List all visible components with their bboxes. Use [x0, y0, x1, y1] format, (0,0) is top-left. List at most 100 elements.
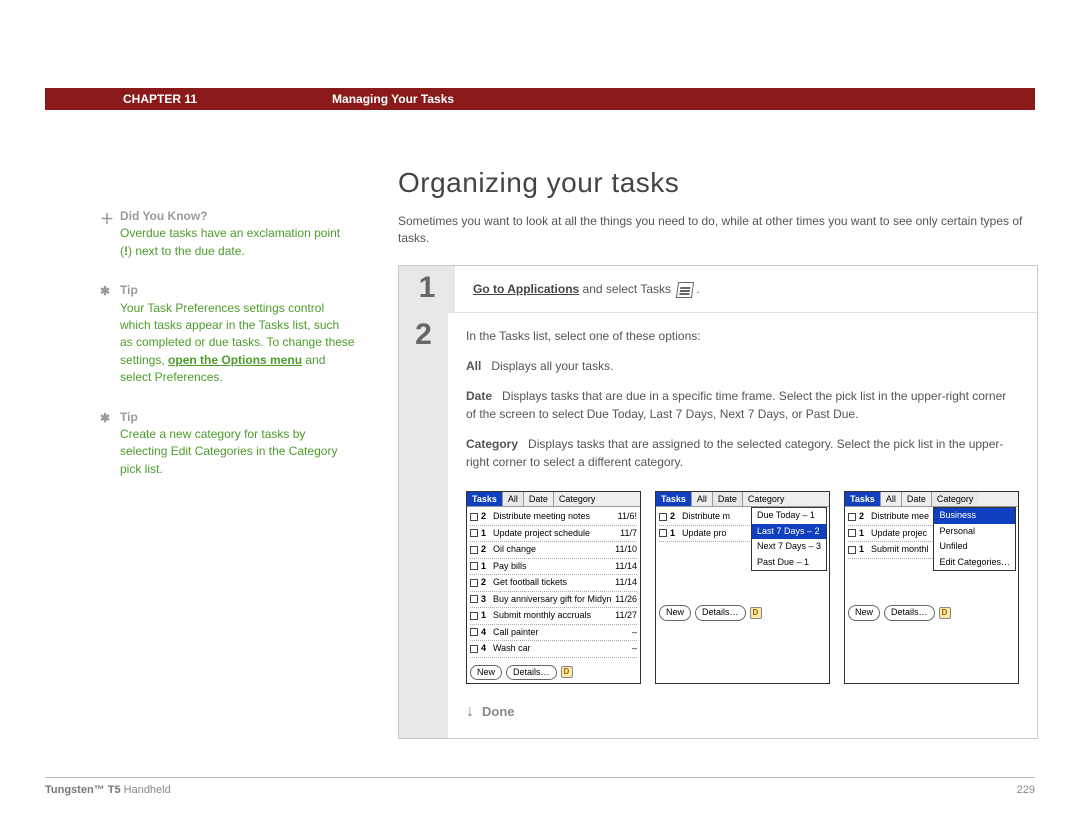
priority: 2: [670, 510, 679, 524]
def-all: All Displays all your tasks.: [466, 357, 1019, 375]
priority: 1: [481, 527, 490, 541]
step-1: 1 Go to Applications and select Tasks .: [399, 266, 1037, 313]
task-row[interactable]: 2Distribute meeting notes11/6!: [470, 509, 637, 526]
done-arrow-icon: ↓: [466, 700, 474, 724]
step-2-num: 2: [415, 318, 432, 352]
new-button[interactable]: New: [470, 665, 502, 681]
checkbox-icon[interactable]: [470, 546, 478, 554]
details-button[interactable]: Details…: [506, 665, 557, 681]
task-row[interactable]: 4Wash car–: [470, 641, 637, 658]
task-row[interactable]: 1Pay bills11/14: [470, 559, 637, 576]
tab-all[interactable]: All: [502, 492, 523, 506]
page-number: 229: [1017, 784, 1035, 796]
step-1-after: and select Tasks: [579, 282, 674, 296]
header-bar: CHAPTER 11 Managing Your Tasks: [45, 88, 1035, 110]
checkbox-icon[interactable]: [470, 529, 478, 537]
open-options-menu-link[interactable]: open the Options menu: [168, 353, 302, 367]
dropdown-option[interactable]: Next 7 Days – 3: [752, 539, 826, 555]
mini-row: Tasks All Date Category 2Distribute meet…: [466, 491, 1019, 684]
priority: 2: [859, 510, 868, 524]
dyk-text-after: ) next to the due date.: [128, 244, 245, 258]
mini-footer: New Details…: [467, 662, 640, 684]
tip2-label: Tip: [120, 410, 138, 424]
step-2-content: In the Tasks list, select one of these o…: [448, 313, 1037, 738]
checkbox-icon[interactable]: [659, 513, 667, 521]
checkbox-icon[interactable]: [470, 612, 478, 620]
priority: 4: [481, 642, 490, 656]
go-to-applications-link[interactable]: Go to Applications: [473, 282, 579, 296]
checkbox-icon[interactable]: [470, 513, 478, 521]
category-dropdown[interactable]: BusinessPersonalUnfiledEdit Categories…: [933, 507, 1016, 571]
dropdown-option[interactable]: Past Due – 1: [752, 555, 826, 571]
task-row[interactable]: 1Submit monthly accruals11/27: [470, 608, 637, 625]
tab-category[interactable]: Category: [742, 492, 790, 506]
step-2-intro: In the Tasks list, select one of these o…: [466, 327, 1019, 345]
details-button[interactable]: Details…: [884, 605, 935, 621]
dropdown-option[interactable]: Due Today – 1: [752, 508, 826, 524]
dropdown-option[interactable]: Unfiled: [934, 539, 1015, 555]
steps-box: 1 Go to Applications and select Tasks . …: [398, 265, 1038, 739]
note-icon[interactable]: [750, 607, 762, 619]
checkbox-icon[interactable]: [470, 579, 478, 587]
task-row[interactable]: 1Update project schedule11/7: [470, 526, 637, 543]
note-icon[interactable]: [561, 666, 573, 678]
mini-titlebar: Tasks All Date Category: [656, 492, 829, 507]
checkbox-icon[interactable]: [848, 546, 856, 554]
mini-footer: New Details…: [656, 602, 829, 624]
task-date: 11/10: [615, 543, 637, 557]
dropdown-option[interactable]: Edit Categories…: [934, 555, 1015, 571]
checkbox-icon[interactable]: [848, 529, 856, 537]
task-row[interactable]: 4Call painter–: [470, 625, 637, 642]
checkbox-icon[interactable]: [470, 628, 478, 636]
mini-titlebar: Tasks All Date Category: [845, 492, 1018, 507]
star-icon: [100, 283, 110, 300]
tab-date[interactable]: Date: [901, 492, 931, 506]
details-button[interactable]: Details…: [695, 605, 746, 621]
task-date: 11/14: [615, 560, 637, 574]
checkbox-icon[interactable]: [470, 595, 478, 603]
step-2: 2 In the Tasks list, select one of these…: [399, 313, 1037, 738]
new-button[interactable]: New: [848, 605, 880, 621]
checkbox-icon[interactable]: [659, 529, 667, 537]
checkbox-icon[interactable]: [848, 513, 856, 521]
tab-all[interactable]: All: [880, 492, 901, 506]
tab-all[interactable]: All: [691, 492, 712, 506]
def-date-label: Date: [466, 389, 492, 403]
checkbox-icon[interactable]: [470, 645, 478, 653]
tab-date[interactable]: Date: [523, 492, 553, 506]
task-date: –: [632, 642, 637, 656]
task-row[interactable]: 2Oil change11/10: [470, 542, 637, 559]
def-date-text: Displays tasks that are due in a specifi…: [466, 389, 1006, 421]
tab-category[interactable]: Category: [553, 492, 601, 506]
dropdown-option[interactable]: Personal: [934, 524, 1015, 540]
tab-category[interactable]: Category: [931, 492, 979, 506]
note-icon[interactable]: [939, 607, 951, 619]
mini-title: Tasks: [467, 492, 502, 506]
dropdown-option[interactable]: Last 7 Days – 2: [752, 524, 826, 540]
tasks-app-icon: [676, 282, 694, 298]
new-button[interactable]: New: [659, 605, 691, 621]
mini-titlebar: Tasks All Date Category: [467, 492, 640, 507]
priority: 2: [481, 510, 490, 524]
priority: 1: [859, 543, 868, 557]
task-date: –: [632, 626, 637, 640]
step-1-content: Go to Applications and select Tasks .: [455, 266, 1037, 313]
page-footer: Tungsten™ T5 Handheld 229: [45, 777, 1035, 796]
step-num-col: 1: [399, 266, 455, 313]
dropdown-option[interactable]: Business: [934, 508, 1015, 524]
task-row[interactable]: 3Buy anniversary gift for Midyne & Greg1…: [470, 592, 637, 609]
sidebar: Did You Know? Overdue tasks have an excl…: [120, 208, 355, 500]
checkbox-icon[interactable]: [470, 562, 478, 570]
done-label: Done: [482, 702, 515, 722]
date-dropdown[interactable]: Due Today – 1Last 7 Days – 2Next 7 Days …: [751, 507, 827, 571]
tab-date[interactable]: Date: [712, 492, 742, 506]
step-num-col: 2: [399, 313, 448, 738]
product-rest: Handheld: [121, 784, 171, 796]
tip1-label: Tip: [120, 283, 138, 297]
priority: 1: [481, 560, 490, 574]
mini-all-view: Tasks All Date Category 2Distribute meet…: [466, 491, 641, 684]
def-category: Category Displays tasks that are assigne…: [466, 435, 1019, 471]
priority: 1: [670, 527, 679, 541]
def-date: Date Displays tasks that are due in a sp…: [466, 387, 1019, 423]
task-row[interactable]: 2Get football tickets11/14: [470, 575, 637, 592]
